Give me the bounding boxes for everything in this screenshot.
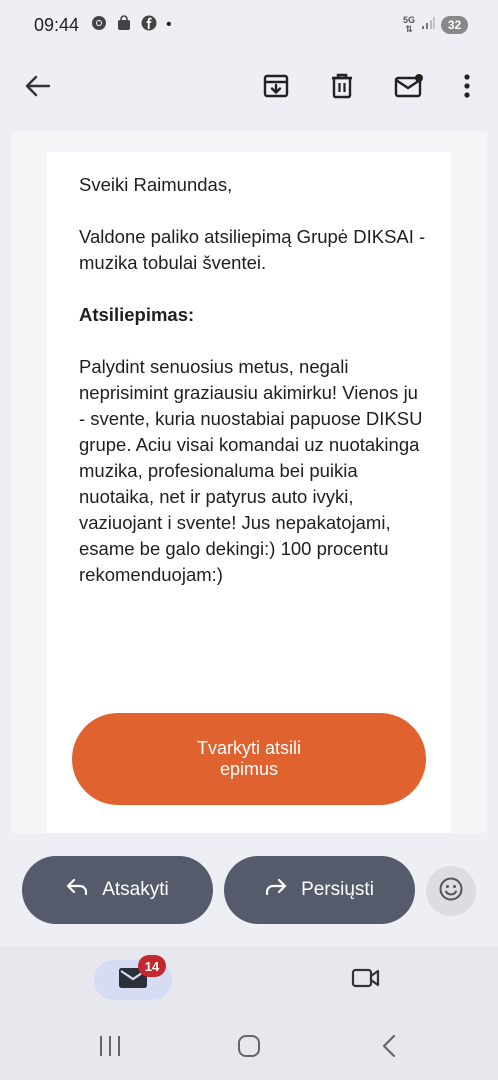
unread-count-badge: 14 — [138, 955, 166, 977]
notification-dot: • — [166, 16, 172, 33]
message-card: Sveiki Raimundas, Valdone paliko atsilie… — [47, 152, 451, 833]
home-button[interactable] — [229, 1032, 269, 1064]
review-heading: Atsiliepimas: — [79, 304, 195, 325]
intro-text: Valdone paliko atsiliepimą Grupė DIKSAI … — [79, 226, 426, 273]
status-time: 09:44 — [34, 14, 80, 35]
trash-icon — [330, 73, 354, 99]
message-body: Sveiki Raimundas, Valdone paliko atsilie… — [79, 172, 429, 614]
status-bar: 09:44 • 5G ⇅ 32 — [0, 0, 498, 50]
system-navigation — [0, 1016, 498, 1080]
facebook-icon — [141, 15, 157, 36]
message-toolbar — [0, 58, 498, 114]
chrome-icon — [91, 15, 107, 36]
recent-apps-icon — [98, 1035, 122, 1062]
recent-apps-button[interactable] — [90, 1032, 130, 1064]
manage-reviews-label: Tvarkyti atsiliepimus — [196, 738, 301, 779]
archive-icon — [263, 73, 289, 99]
chevron-left-icon — [381, 1034, 397, 1063]
status-left: 09:44 • — [34, 15, 172, 36]
video-camera-icon — [351, 967, 381, 994]
delete-button[interactable] — [318, 58, 366, 114]
network-indicator: 5G ⇅ — [402, 15, 415, 34]
reply-icon — [66, 878, 88, 902]
greeting-text: Sveiki Raimundas, — [79, 174, 233, 195]
network-label: 5G — [402, 15, 415, 25]
mail-unread-icon — [394, 74, 424, 98]
bottom-navigation: 14 — [0, 946, 498, 1016]
more-options-button[interactable] — [443, 58, 491, 114]
mark-unread-button[interactable] — [385, 58, 433, 114]
forward-button[interactable]: Persiųsti — [224, 856, 415, 924]
message-container: Sveiki Raimundas, Valdone paliko atsilie… — [11, 131, 487, 833]
nav-mail-tab[interactable]: 14 — [94, 955, 172, 1000]
arrow-left-icon — [25, 74, 51, 98]
archive-button[interactable] — [252, 58, 300, 114]
manage-reviews-button[interactable]: Tvarkyti atsiliepimus — [72, 713, 426, 805]
status-right: 5G ⇅ 32 — [403, 15, 468, 35]
nav-meet-tab[interactable] — [344, 960, 388, 1000]
emoji-reaction-button[interactable] — [426, 866, 476, 916]
smiley-icon — [438, 876, 464, 907]
reply-label: Atsakyti — [102, 879, 169, 900]
forward-label: Persiųsti — [301, 879, 374, 900]
shopping-bag-icon — [116, 14, 132, 36]
forward-icon — [265, 878, 287, 902]
system-back-button[interactable] — [369, 1032, 409, 1064]
battery-indicator: 32 — [441, 16, 468, 34]
home-icon — [237, 1034, 261, 1063]
reply-button[interactable]: Atsakyti — [22, 856, 213, 924]
review-text: Palydint senuosius metus, negali neprisi… — [79, 356, 423, 585]
more-vertical-icon — [463, 74, 471, 98]
signal-icon — [421, 15, 435, 35]
reply-bar: Atsakyti Persiųsti — [0, 846, 498, 936]
back-button[interactable] — [14, 58, 62, 114]
